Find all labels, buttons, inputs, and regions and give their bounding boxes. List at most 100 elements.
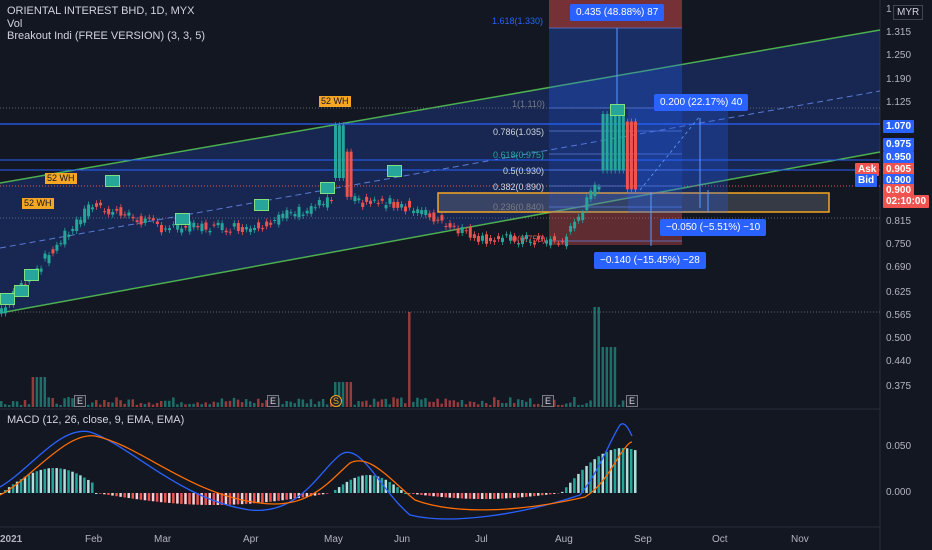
currency-button[interactable]: MYR xyxy=(893,5,924,20)
candle xyxy=(557,243,560,245)
macd-histogram-bar xyxy=(83,477,86,493)
volume-bar xyxy=(432,401,435,407)
breakout-marker xyxy=(254,199,269,211)
volume-bar xyxy=(184,404,187,407)
volume-bar xyxy=(155,402,159,407)
price-tick-label: 0.690 xyxy=(886,262,912,273)
volume-bar xyxy=(19,404,23,407)
candle xyxy=(440,215,444,221)
candle xyxy=(605,113,609,171)
time-tick-label: 2021 xyxy=(0,534,23,545)
candle xyxy=(549,239,552,246)
macd-histogram-bar xyxy=(369,475,372,493)
candle xyxy=(561,241,564,243)
volume-bar xyxy=(95,400,98,407)
macd-histogram-bar xyxy=(501,493,504,499)
price-tick-label: 1 xyxy=(886,4,892,15)
split-marker[interactable]: S xyxy=(330,395,342,407)
macd-histogram-bar xyxy=(605,451,609,493)
candle xyxy=(337,125,341,178)
volume-bar xyxy=(317,401,321,407)
volume-bar xyxy=(285,401,288,407)
macd-histogram-bar xyxy=(285,493,288,500)
candle xyxy=(589,190,593,200)
candle xyxy=(376,202,380,204)
volume-bar xyxy=(147,402,151,407)
volume-bar xyxy=(384,398,388,407)
candle xyxy=(585,197,589,211)
symbol-title[interactable]: ORIENTAL INTEREST BHD, 1D, MYX xyxy=(7,5,194,18)
candle xyxy=(408,200,412,208)
macd-histogram-bar xyxy=(365,475,368,493)
macd-tick-label: 0.000 xyxy=(886,487,912,498)
candle xyxy=(63,230,67,245)
volume-bar xyxy=(289,401,292,407)
candle xyxy=(420,210,424,215)
macd-histogram-bar xyxy=(613,448,617,493)
volume-bar xyxy=(67,397,70,407)
candle xyxy=(204,222,208,230)
macd-histogram-bar xyxy=(281,493,284,501)
breakout-marker xyxy=(14,285,29,297)
volume-bar xyxy=(444,398,447,407)
volume-bar xyxy=(521,399,524,407)
macd-histogram-bar xyxy=(192,493,195,505)
macd-legend[interactable]: MACD (12, 26, close, 9, EMA, EMA) xyxy=(7,414,184,427)
price-chart[interactable] xyxy=(0,0,932,550)
earnings-marker[interactable]: E xyxy=(267,395,279,407)
volume-bar xyxy=(297,398,301,407)
macd-histogram-bar xyxy=(553,493,556,494)
breakout-marker xyxy=(610,104,625,116)
macd-histogram-bar xyxy=(212,493,216,505)
volume-bar xyxy=(196,402,199,407)
measure-bubble-top[interactable]: 0.435 (48.88%) 87 xyxy=(570,4,665,21)
candle xyxy=(497,236,500,240)
candle xyxy=(95,203,98,207)
volume-bar xyxy=(613,347,617,407)
candle xyxy=(489,238,492,242)
volume-bar xyxy=(127,399,130,407)
volume-bar xyxy=(35,377,39,407)
measure-bubble-small[interactable]: −0.050 (−5.51%) −10 xyxy=(660,219,767,236)
volume-bar xyxy=(107,402,110,407)
candle xyxy=(87,204,91,217)
earnings-marker[interactable]: E xyxy=(74,395,86,407)
volume-bar xyxy=(460,399,464,407)
macd-histogram-bar xyxy=(39,469,43,493)
measure-bubble-bottom[interactable]: −0.140 (−15.45%) −28 xyxy=(594,252,706,269)
macd-histogram-bar xyxy=(372,475,376,493)
measure-box xyxy=(628,108,728,213)
earnings-marker[interactable]: E xyxy=(542,395,554,407)
price-tick-label: 0.625 xyxy=(886,287,912,298)
breakout-marker xyxy=(387,165,402,177)
candle xyxy=(164,228,167,230)
volume-bar xyxy=(301,399,305,407)
candle xyxy=(353,196,357,202)
volume-bar xyxy=(55,403,58,407)
fib-label-1618: 1.618(1.330) xyxy=(492,16,544,26)
volume-bar xyxy=(428,401,431,407)
candle xyxy=(577,216,581,221)
candle xyxy=(99,202,103,206)
volume-bar xyxy=(565,403,568,407)
candle xyxy=(216,222,220,226)
earnings-marker[interactable]: E xyxy=(626,395,638,407)
candle xyxy=(83,208,87,223)
macd-histogram-bar xyxy=(440,493,443,498)
macd-tick-label: 0.050 xyxy=(886,441,912,452)
candle xyxy=(428,213,432,218)
candle xyxy=(155,221,159,225)
volume-bar xyxy=(309,399,313,407)
measure-bubble-mid[interactable]: 0.200 (22.17%) 40 xyxy=(654,94,749,111)
candle xyxy=(55,244,59,251)
time-tick-label: May xyxy=(324,534,343,545)
candle xyxy=(573,221,577,229)
volume-bar xyxy=(420,399,423,407)
volume-bar xyxy=(597,307,600,407)
volume-bar xyxy=(404,403,407,407)
volume-bar xyxy=(159,401,163,407)
indicator-legend[interactable]: Breakout Indi (FREE VERSION) (3, 3, 5) xyxy=(7,30,205,43)
volume-bar xyxy=(236,399,240,407)
macd-histogram-bar xyxy=(325,493,329,494)
macd-histogram-bar xyxy=(91,482,94,493)
